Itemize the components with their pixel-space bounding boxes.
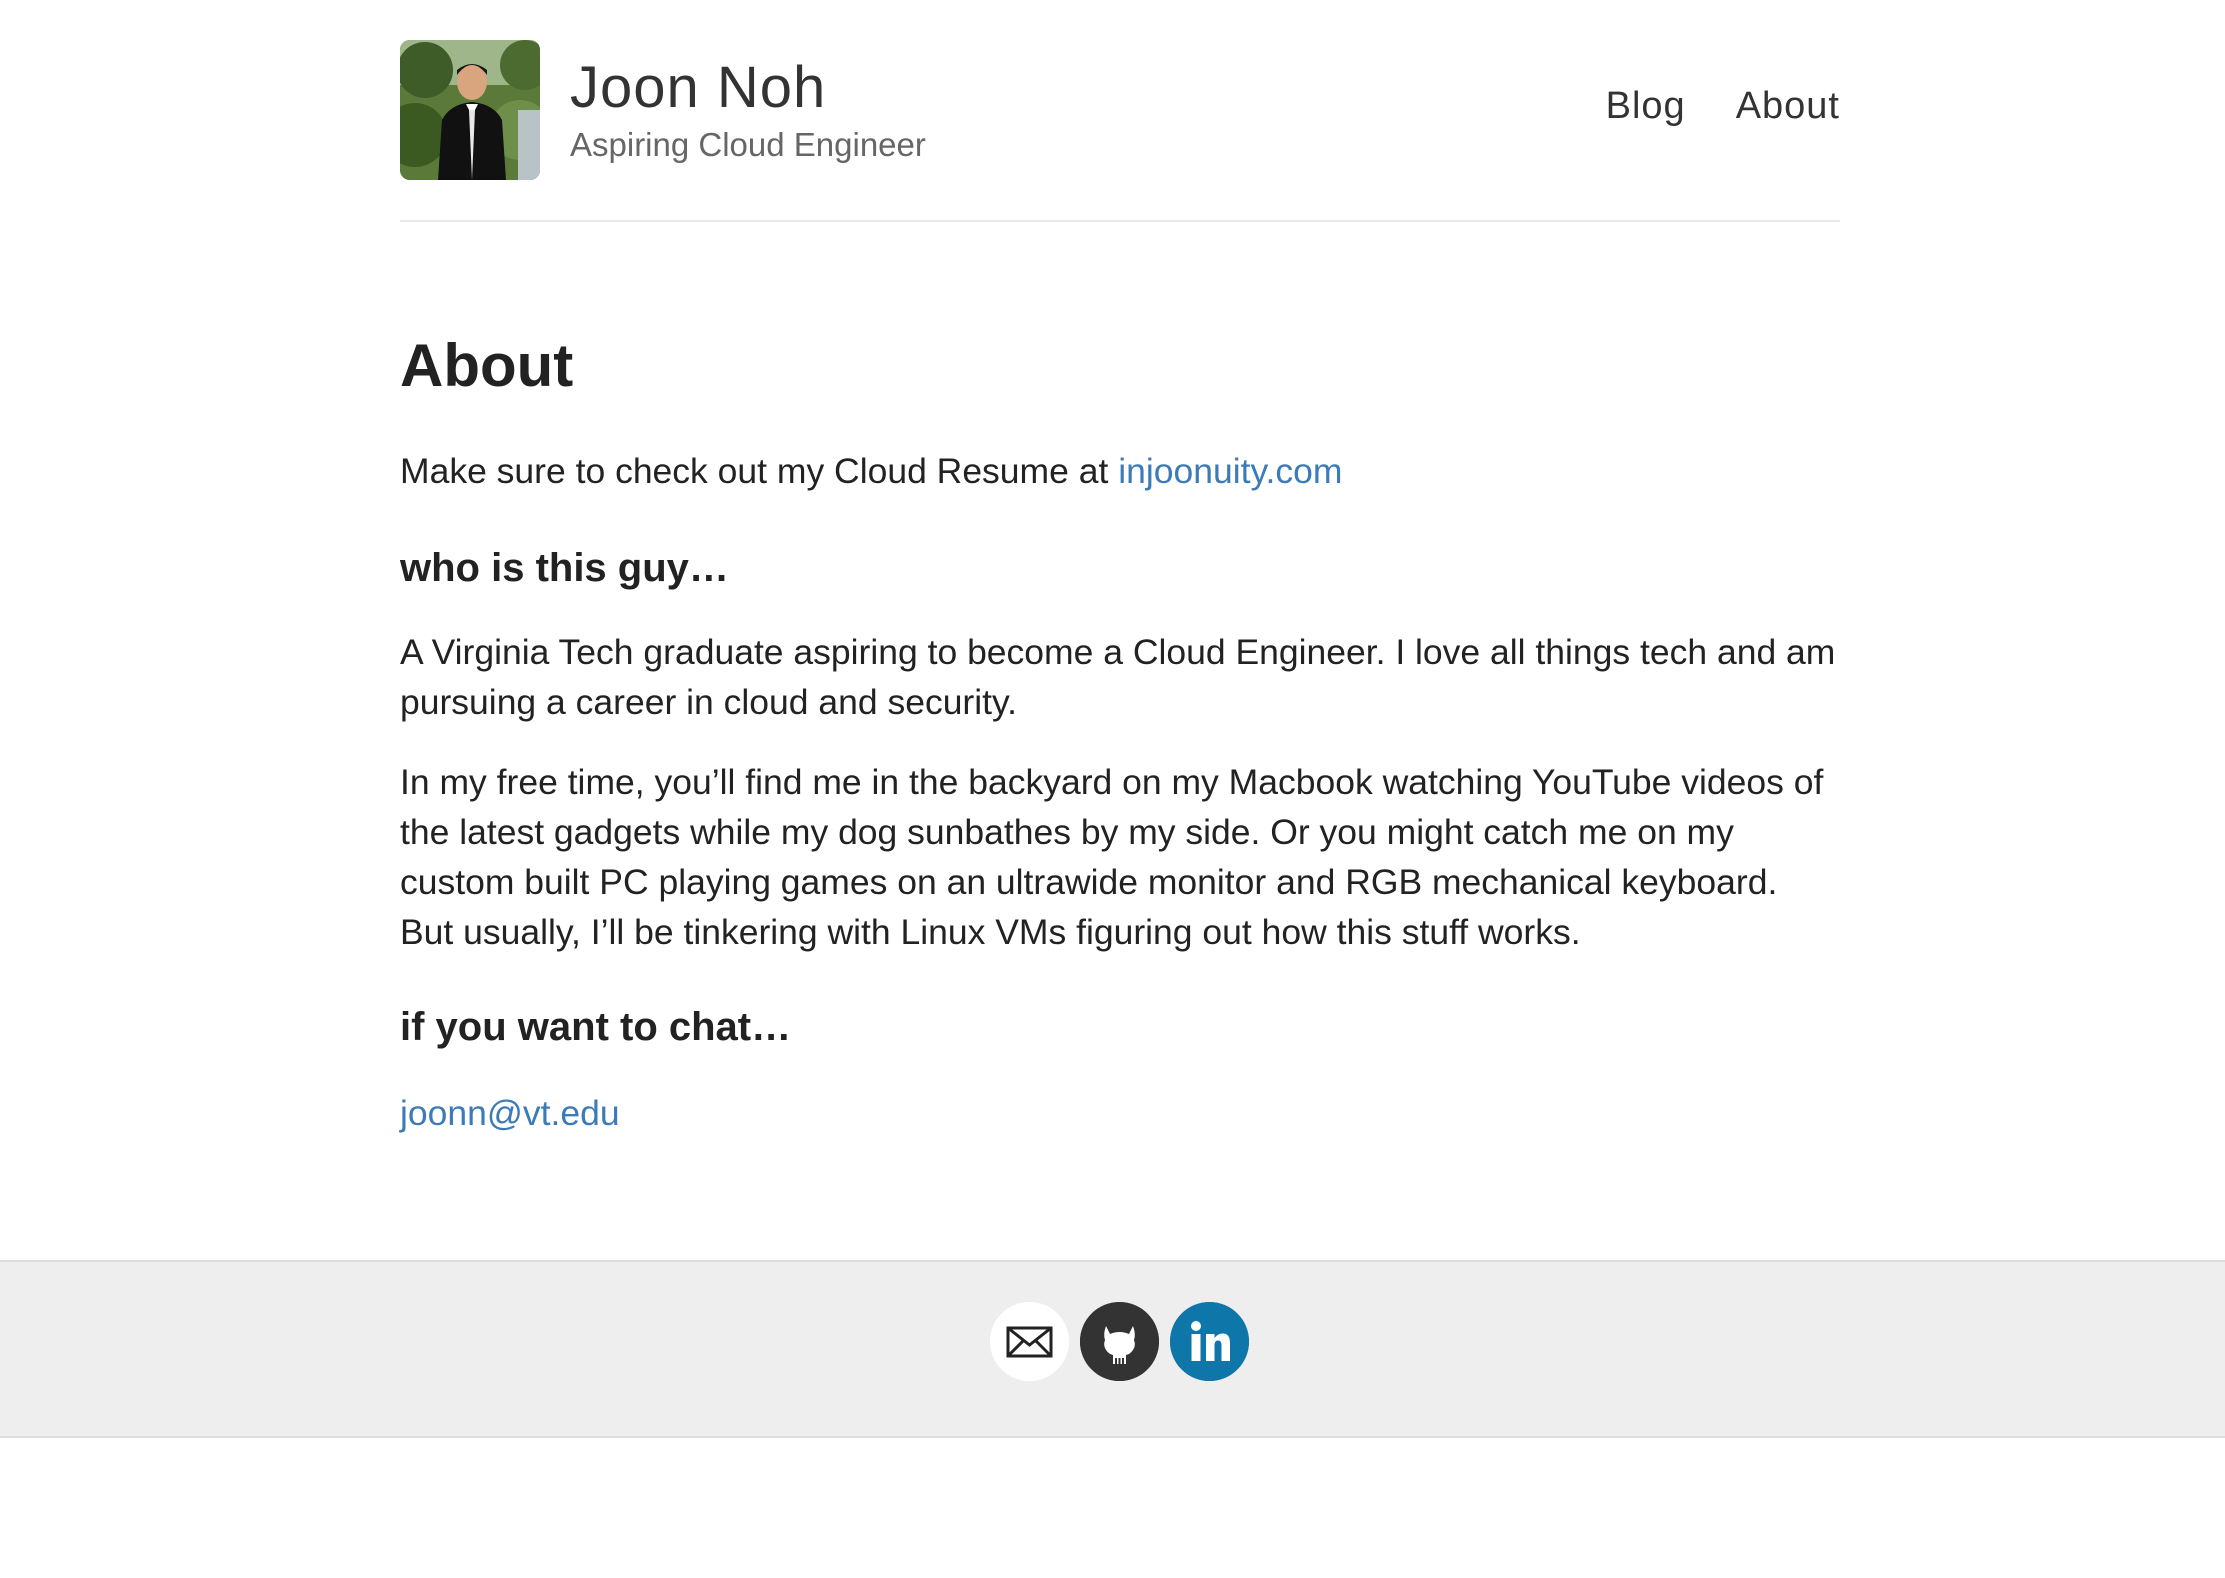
github-icon[interactable] — [1080, 1302, 1159, 1381]
page-content: About Make sure to check out my Cloud Re… — [400, 330, 1840, 1138]
nav-link-about[interactable]: About — [1736, 85, 1840, 128]
free-time-paragraph: In my free time, you’ll find me in the b… — [400, 762, 1824, 952]
page-title: About — [400, 332, 574, 399]
site-header: Joon Noh Aspiring Cloud Engineer Blog Ab… — [400, 40, 1840, 222]
section-heading-chat: if you want to chat… — [400, 1005, 792, 1049]
intro-paragraph: Make sure to check out my Cloud Resume a… — [400, 446, 1840, 496]
section-heading-who: who is this guy… — [400, 546, 729, 590]
site-footer — [0, 1260, 2225, 1438]
site-subtitle: Aspiring Cloud Engineer — [570, 126, 926, 163]
linkedin-icon[interactable] — [1170, 1302, 1249, 1381]
intro-text: Make sure to check out my Cloud Resume a… — [400, 451, 1119, 491]
social-links — [990, 1302, 1249, 1381]
site-title[interactable]: Joon Noh — [570, 54, 826, 121]
profile-photo-icon — [400, 40, 540, 180]
nav-link-blog[interactable]: Blog — [1606, 85, 1686, 128]
email-icon[interactable] — [990, 1302, 1069, 1381]
contact-paragraph: joonn@vt.edu — [400, 1088, 1840, 1138]
avatar[interactable] — [400, 40, 540, 180]
resume-link[interactable]: injoonuity.com — [1118, 451, 1342, 491]
email-link[interactable]: joonn@vt.edu — [400, 1093, 620, 1133]
site-nav: Blog About — [1606, 85, 1840, 128]
bio-paragraph: A Virginia Tech graduate aspiring to bec… — [400, 632, 1836, 722]
